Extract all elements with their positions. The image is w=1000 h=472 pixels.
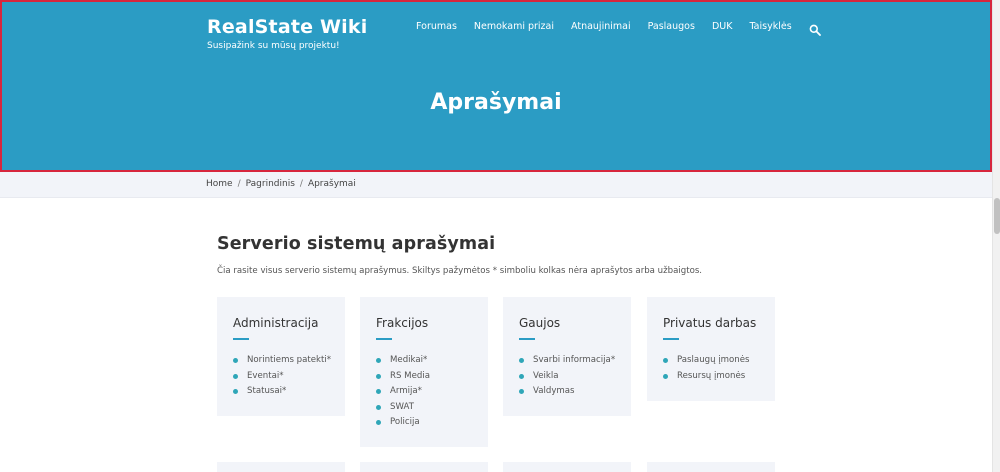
card-list: Svarbi informacija* Veikla Valdymas [519,353,615,400]
nav-item-duk[interactable]: DUK [712,21,733,33]
hero-header: RealState Wiki Susipažink su mūsų projek… [0,0,992,172]
nav-item-forumas[interactable]: Forumas [416,21,457,33]
bullet-dot-icon [519,389,524,395]
search-icon[interactable] [809,21,821,36]
list-item[interactable]: Veikla [519,369,615,385]
card-frakcijos: Frakcijos Medikai* RS Media Armija* SWAT… [360,297,488,447]
card-list: Norintiems patekti* Eventai* Statusai* [233,353,331,400]
card-next-row [360,462,488,472]
card-administracija: Administracija Norintiems patekti* Event… [217,297,345,416]
bullet-dot-icon [376,373,381,379]
bullet-dot-icon [376,404,381,410]
breadcrumb-separator: / [237,179,241,189]
card-privatus-darbas: Privatus darbas Paslaugų įmonės Resursų … [647,297,775,401]
bullet-dot-icon [663,358,668,364]
bullet-dot-icon [663,373,668,379]
section-title: Serverio sistemų aprašymai [217,234,496,254]
breadcrumb-pagrindinis[interactable]: Pagrindinis [246,179,295,189]
main-nav: Forumas Nemokami prizai Atnaujinimai Pas… [416,21,821,36]
card-title: Administracija [233,316,319,330]
breadcrumb: Home / Pagrindinis / Aprašymai [206,179,356,189]
card-next-row [217,462,345,472]
list-item[interactable]: Armija* [376,384,472,400]
card-list: Paslaugų įmonės Resursų įmonės [663,353,759,384]
card-gaujos: Gaujos Svarbi informacija* Veikla Valdym… [503,297,631,416]
card-title: Gaujos [519,316,561,330]
bullet-dot-icon [233,358,238,364]
breadcrumb-separator: / [299,179,303,189]
site-title[interactable]: RealState Wiki [207,16,367,38]
list-item[interactable]: Svarbi informacija* [519,353,615,369]
card-list: Medikai* RS Media Armija* SWAT Policija [376,353,472,431]
list-item[interactable]: Policija [376,415,472,431]
section-intro: Čia rasite visus serverio sistemų aprašy… [217,266,703,276]
card-divider [233,338,249,340]
list-item[interactable]: RS Media [376,369,472,385]
list-item[interactable]: SWAT [376,400,472,416]
scrollbar-thumb[interactable] [994,198,1000,234]
page-title: Aprašymai [430,90,562,115]
breadcrumb-bar: Home / Pagrindinis / Aprašymai [0,172,992,198]
scrollbar[interactable] [992,0,1000,472]
bullet-dot-icon [519,373,524,379]
bullet-dot-icon [376,358,381,364]
list-item[interactable]: Medikai* [376,353,472,369]
bullet-dot-icon [233,389,238,395]
bullet-dot-icon [519,358,524,364]
list-item[interactable]: Resursų įmonės [663,369,759,385]
bullet-dot-icon [233,373,238,379]
bullet-dot-icon [376,389,381,395]
list-item[interactable]: Eventai* [233,369,329,385]
card-divider [376,338,392,340]
card-next-row [647,462,775,472]
list-item[interactable]: Valdymas [519,384,615,400]
nav-item-paslaugos[interactable]: Paslaugos [648,21,695,33]
bullet-dot-icon [376,420,381,426]
card-divider [663,338,679,340]
nav-item-atnaujinimai[interactable]: Atnaujinimai [571,21,631,33]
site-tagline: Susipažink su mūsų projektu! [207,41,340,51]
nav-item-nemokami-prizai[interactable]: Nemokami prizai [474,21,554,33]
breadcrumb-home[interactable]: Home [206,179,233,189]
nav-item-taisykles[interactable]: Taisyklės [749,21,791,33]
list-item[interactable]: Norintiems patekti* [233,353,331,369]
card-title: Privatus darbas [663,316,757,330]
card-title: Frakcijos [376,316,429,330]
list-item[interactable]: Statusai* [233,384,329,400]
breadcrumb-current: Aprašymai [307,179,356,189]
brand[interactable]: RealState Wiki Susipažink su mūsų projek… [207,16,367,52]
card-next-row [503,462,631,472]
card-divider [519,338,535,340]
list-item[interactable]: Paslaugų įmonės [663,353,759,369]
